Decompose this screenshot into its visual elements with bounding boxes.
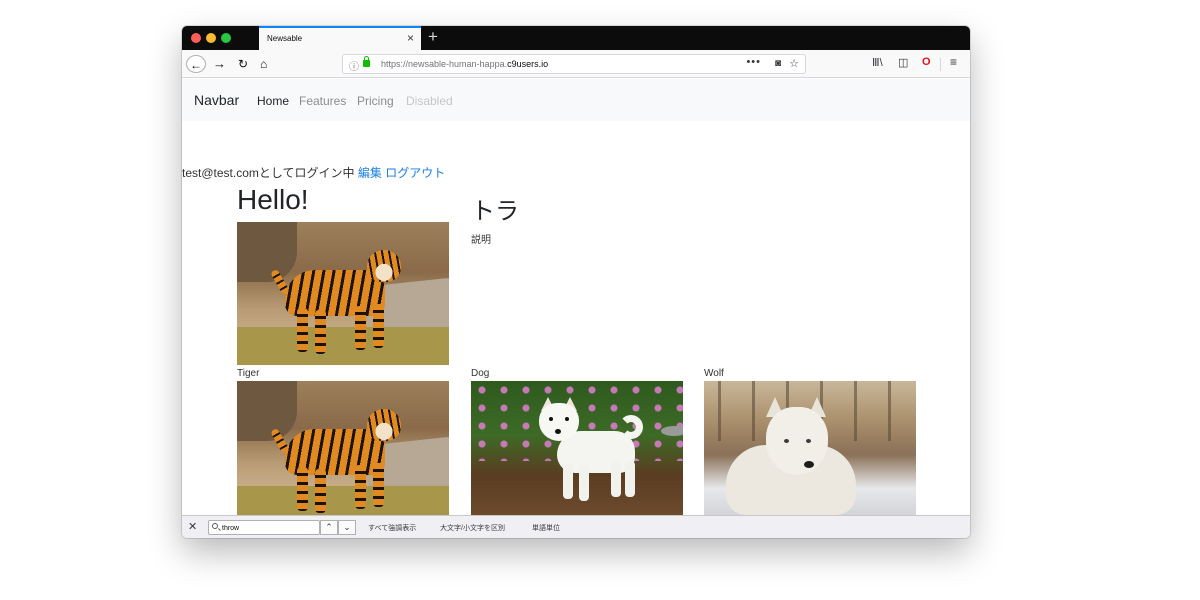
find-bar: ✕ ⌃ ⌄ すべて強調表示 大文字/小文字を区別 単語単位 [182, 515, 970, 538]
pot-shape [661, 426, 683, 436]
find-input[interactable] [222, 523, 316, 533]
dog-nose-shape [555, 429, 561, 434]
wolf-thumbnail[interactable] [704, 381, 916, 515]
featured-animal-title: トラ [471, 198, 519, 225]
wolf-caption: Wolf [704, 368, 724, 379]
tiger-caption: Tiger [237, 368, 260, 379]
rock-shape [237, 222, 297, 282]
dog-leg-shape [625, 461, 635, 497]
lock-icon [363, 56, 370, 67]
highlight-all-toggle[interactable]: すべて強調表示 [368, 523, 416, 533]
url-text[interactable]: https://newsable-human-happa.c9users.io [381, 59, 548, 69]
toolbar-divider [940, 58, 941, 71]
wolf-eye-shape [784, 439, 789, 443]
nav-link-features[interactable]: Features [299, 94, 346, 108]
login-text: test@test.comとしてログイン中 [182, 166, 355, 180]
navbar-brand[interactable]: Navbar [194, 92, 239, 108]
dog-leg-shape [611, 461, 621, 497]
url-bar[interactable]: ⓘ https://newsable-human-happa.c9users.i… [342, 54, 806, 74]
match-case-toggle[interactable]: 大文字/小文字を区別 [440, 523, 505, 533]
browser-window: Newsable × + ← → ↻ ⌂ ⓘ https://newsable-… [182, 26, 970, 538]
maximize-window-button[interactable] [221, 33, 231, 43]
library-icon[interactable]: Ⅲ\ [872, 56, 883, 69]
tiger-leg-shape [373, 463, 384, 507]
ground-shape [237, 327, 449, 365]
page-actions-icon[interactable]: ••• [746, 56, 761, 68]
tiger-leg-shape [315, 469, 326, 513]
find-field[interactable] [208, 520, 320, 535]
new-tab-button[interactable]: + [428, 27, 438, 47]
tiger-leg-shape [355, 465, 366, 509]
dog-head-shape [539, 403, 579, 441]
info-icon[interactable]: ⓘ [349, 58, 359, 73]
tab-newsable[interactable]: Newsable × [259, 26, 421, 50]
tiger-leg-shape [297, 467, 308, 511]
logout-link[interactable]: ログアウト [385, 166, 445, 180]
rock-shape [237, 381, 297, 441]
pocket-icon[interactable]: ◙ [775, 58, 781, 69]
dog-thumbnail[interactable] [471, 381, 683, 515]
find-next-button[interactable]: ⌄ [338, 520, 356, 535]
whole-words-toggle[interactable]: 単語単位 [532, 523, 560, 533]
navigation-toolbar: ← → ↻ ⌂ ⓘ https://newsable-human-happa.c… [182, 50, 970, 78]
dog-eye-shape [549, 417, 553, 421]
tiger-thumbnail[interactable] [237, 381, 449, 515]
forward-arrow-icon[interactable]: → [213, 55, 226, 73]
tab-close-icon[interactable]: × [407, 31, 414, 45]
featured-animal-description: 説明 [471, 235, 491, 246]
page-heading: Hello! [237, 184, 309, 215]
page-content: Navbar Home Features Pricing Disabled te… [182, 79, 970, 515]
reload-icon[interactable]: ↻ [238, 55, 248, 73]
back-arrow-icon[interactable]: ← [186, 55, 206, 73]
site-navbar: Navbar Home Features Pricing Disabled [182, 79, 970, 121]
minimize-window-button[interactable] [206, 33, 216, 43]
wolf-eye-shape [806, 439, 811, 443]
wolf-head-shape [766, 407, 828, 475]
login-status: test@test.comとしてログイン中 編集 ログアウト [182, 164, 445, 181]
tiger-leg-shape [373, 304, 384, 348]
tiger-head-shape [367, 250, 401, 282]
search-icon [212, 523, 218, 529]
tiger-leg-shape [297, 308, 308, 352]
edit-link[interactable]: 編集 [358, 166, 382, 180]
ground-shape [237, 486, 449, 515]
hamburger-menu-icon[interactable]: ≡ [950, 55, 957, 69]
tiger-head-shape [367, 409, 401, 441]
opera-icon[interactable]: O [922, 56, 931, 68]
sidebar-icon[interactable]: ◫ [898, 56, 908, 69]
close-icon[interactable]: ✕ [188, 520, 197, 533]
dog-eye-shape [565, 417, 569, 421]
tab-strip: Newsable × + [182, 26, 970, 50]
tiger-leg-shape [315, 310, 326, 354]
nav-link-pricing[interactable]: Pricing [357, 94, 394, 108]
home-icon[interactable]: ⌂ [260, 55, 267, 73]
dog-leg-shape [579, 465, 589, 501]
star-icon[interactable]: ☆ [789, 57, 799, 70]
close-window-button[interactable] [191, 33, 201, 43]
dog-leg-shape [563, 463, 573, 499]
featured-tiger-image[interactable] [237, 222, 449, 365]
wolf-nose-shape [804, 461, 814, 468]
url-prefix: https://newsable-human-happa. [381, 59, 508, 69]
tiger-leg-shape [355, 306, 366, 350]
find-previous-button[interactable]: ⌃ [320, 520, 338, 535]
dog-caption: Dog [471, 368, 490, 379]
nav-link-home[interactable]: Home [257, 94, 289, 108]
tab-title: Newsable [267, 34, 303, 43]
url-host: c9users.io [507, 59, 549, 69]
nav-link-disabled: Disabled [406, 94, 453, 108]
